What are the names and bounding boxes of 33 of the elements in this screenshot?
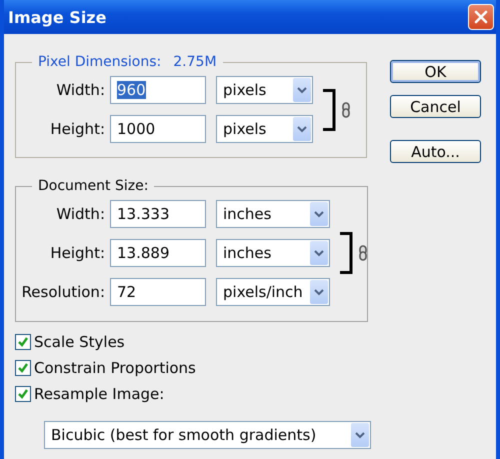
field-label: Height:: [49, 120, 105, 138]
checkbox[interactable]: [15, 334, 31, 350]
input-field[interactable]: 13.333: [110, 200, 206, 228]
dialog-button[interactable]: OK: [390, 60, 481, 83]
field-label: Width:: [55, 205, 105, 223]
checkbox[interactable]: [15, 386, 31, 402]
resample-dropdown[interactable]: Bicubic (best for smooth gradients): [44, 421, 371, 449]
chain-link-icon: [342, 102, 350, 118]
field-label: Height:: [49, 244, 105, 262]
unit-dropdown[interactable]: inches: [216, 239, 330, 267]
unit-dropdown[interactable]: pixels/inch: [216, 278, 330, 306]
close-icon: [474, 10, 488, 24]
chain-link-icon: [359, 245, 367, 261]
dialog-button[interactable]: Auto...: [390, 140, 481, 163]
input-field[interactable]: 72: [110, 278, 206, 306]
unit-dropdown[interactable]: inches: [216, 200, 330, 228]
group-title: Pixel Dimensions:: [38, 54, 162, 70]
checkbox[interactable]: [15, 360, 31, 376]
input-field[interactable]: 1000: [110, 115, 206, 143]
close-button[interactable]: [468, 4, 494, 30]
input-field[interactable]: 960: [110, 76, 206, 104]
pixel-size-value: 2.75M: [173, 54, 217, 70]
checkbox-label: Scale Styles: [34, 333, 125, 351]
field-label: Resolution:: [20, 283, 105, 301]
group-title: Document Size:: [38, 178, 148, 194]
input-field[interactable]: 13.889: [110, 239, 206, 267]
checkbox-label: Resample Image:: [34, 385, 164, 403]
field-label: Width:: [55, 81, 105, 99]
window-title: Image Size: [8, 8, 106, 26]
unit-dropdown[interactable]: pixels: [216, 76, 313, 104]
unit-dropdown[interactable]: pixels: [216, 115, 313, 143]
dialog-button[interactable]: Cancel: [390, 95, 481, 118]
checkbox-label: Constrain Proportions: [34, 359, 196, 377]
